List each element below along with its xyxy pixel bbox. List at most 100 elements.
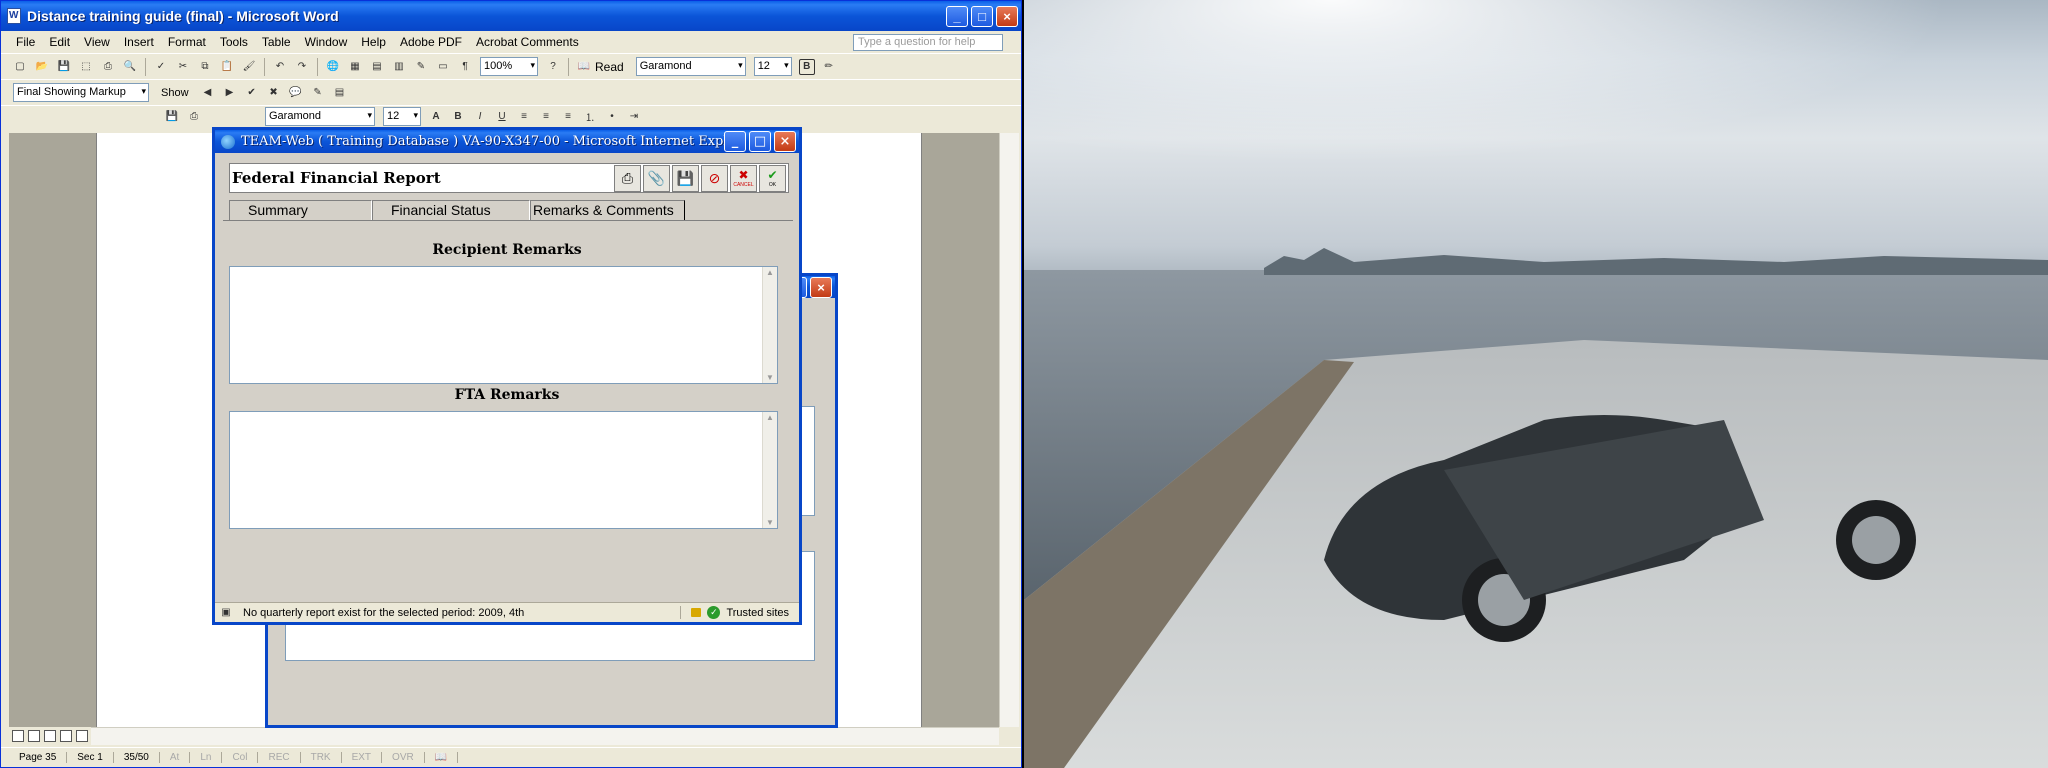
spelling-status-icon[interactable]: 📖: [425, 752, 459, 763]
word-titlebar[interactable]: Distance training guide (final) - Micros…: [1, 1, 1021, 31]
next-change-icon[interactable]: ▶: [222, 85, 238, 101]
align-right-icon[interactable]: ≡: [560, 109, 576, 125]
menu-insert[interactable]: Insert: [117, 35, 161, 49]
print-small-icon[interactable]: ⎙: [186, 109, 202, 125]
bullets-icon[interactable]: •: [604, 109, 620, 125]
vertical-scrollbar[interactable]: [999, 133, 1019, 727]
ie-titlebar[interactable]: TEAM-Web ( Training Database ) VA-90-X34…: [215, 130, 799, 153]
reviewing-pane-icon[interactable]: ▤: [332, 85, 348, 101]
cut-icon[interactable]: ✂: [175, 59, 191, 75]
help-search-input[interactable]: Type a question for help: [853, 33, 1003, 51]
underline-icon[interactable]: U: [494, 109, 510, 125]
new-icon[interactable]: ▢: [12, 59, 28, 75]
menu-edit[interactable]: Edit: [42, 35, 77, 49]
read-button[interactable]: Read: [595, 60, 624, 74]
highlight-icon[interactable]: ✏: [821, 59, 837, 75]
minimize-button[interactable]: _: [946, 5, 968, 27]
read-icon[interactable]: 📖: [576, 59, 592, 75]
cancel-button[interactable]: ✖ CANCEL: [730, 164, 757, 192]
redo-icon[interactable]: ↷: [294, 59, 310, 75]
italic-icon[interactable]: I: [472, 109, 488, 125]
tab-summary[interactable]: Summary: [229, 200, 372, 220]
print-button[interactable]: ⎙: [614, 164, 641, 192]
numbering-icon[interactable]: ⒈: [582, 109, 598, 125]
save-icon[interactable]: 💾: [56, 59, 72, 75]
format-painter-icon[interactable]: 🖌: [241, 59, 257, 75]
drawing-icon[interactable]: ✎: [413, 59, 429, 75]
status-trk[interactable]: TRK: [301, 752, 342, 763]
ie-close-button[interactable]: ×: [774, 131, 796, 152]
menu-format[interactable]: Format: [161, 35, 213, 49]
track-changes-icon[interactable]: ✎: [310, 85, 326, 101]
spelling-icon[interactable]: ✓: [153, 59, 169, 75]
status-ext[interactable]: EXT: [342, 752, 383, 763]
print-view-icon[interactable]: [44, 730, 56, 742]
paste-icon[interactable]: 📋: [219, 59, 235, 75]
pdf-icon[interactable]: ⬚: [78, 59, 94, 75]
docmap-icon[interactable]: ▭: [435, 59, 451, 75]
font-size-combo-2[interactable]: 12: [383, 107, 421, 126]
table-icon[interactable]: ▦: [347, 59, 363, 75]
ok-button[interactable]: ✔ OK: [759, 164, 786, 192]
show-menu[interactable]: Show: [161, 87, 189, 99]
menu-view[interactable]: View: [77, 35, 117, 49]
excel-icon[interactable]: ▤: [369, 59, 385, 75]
copy-icon[interactable]: ⧉: [197, 59, 213, 75]
help-icon[interactable]: ?: [545, 59, 561, 75]
tab-remarks-comments[interactable]: Remarks & Comments: [530, 200, 685, 220]
new-comment-icon[interactable]: 💬: [288, 85, 304, 101]
horizontal-scrollbar[interactable]: [91, 727, 999, 745]
undo-icon[interactable]: ↶: [272, 59, 288, 75]
pilcrow-icon[interactable]: ¶: [457, 59, 473, 75]
align-center-icon[interactable]: ≡: [538, 109, 554, 125]
menu-adobe-pdf[interactable]: Adobe PDF: [393, 35, 469, 49]
print-icon[interactable]: ⎙: [100, 59, 116, 75]
save-small-icon[interactable]: 💾: [164, 109, 180, 125]
font-color-icon[interactable]: A: [428, 109, 444, 125]
form-tabs: Summary Financial Status Remarks & Comme…: [229, 200, 789, 220]
ie-back-close-button[interactable]: ×: [810, 276, 832, 298]
close-button[interactable]: ×: [996, 5, 1018, 27]
status-ovr[interactable]: OVR: [382, 752, 425, 763]
menu-tools[interactable]: Tools: [213, 35, 255, 49]
status-rec[interactable]: REC: [258, 752, 301, 763]
menu-help[interactable]: Help: [354, 35, 393, 49]
page-margin-left: [9, 133, 96, 727]
open-icon[interactable]: 📂: [34, 59, 50, 75]
ie-maximize-button[interactable]: □: [749, 131, 771, 152]
font-combo[interactable]: Garamond: [635, 57, 746, 76]
font-combo-2[interactable]: Garamond: [265, 107, 375, 126]
normal-view-icon[interactable]: [12, 730, 24, 742]
bold-icon-2[interactable]: B: [450, 109, 466, 125]
hyperlink-icon[interactable]: 🌐: [325, 59, 341, 75]
ie-minimize-button[interactable]: _: [724, 131, 746, 152]
save-button[interactable]: 💾: [672, 164, 699, 192]
indent-icon[interactable]: ⇥: [626, 109, 642, 125]
outline-view-icon[interactable]: [60, 730, 72, 742]
recipient-remarks-scrollbar[interactable]: [762, 267, 777, 383]
attach-button[interactable]: 📎: [643, 164, 670, 192]
fta-remarks-textarea[interactable]: [229, 411, 778, 529]
accept-change-icon[interactable]: ✔: [244, 85, 260, 101]
fta-remarks-scrollbar[interactable]: [762, 412, 777, 528]
form-header: Federal Financial Report ⎙ 📎 💾 ⊘ ✖ CANCEL…: [229, 163, 789, 193]
menu-table[interactable]: Table: [255, 35, 298, 49]
reject-change-icon[interactable]: ✖: [266, 85, 282, 101]
align-left-icon[interactable]: ≡: [516, 109, 532, 125]
prev-change-icon[interactable]: ◀: [200, 85, 216, 101]
maximize-button[interactable]: □: [971, 5, 993, 27]
font-size-combo[interactable]: 12: [753, 57, 792, 76]
menu-file[interactable]: File: [9, 35, 42, 49]
zoom-combo[interactable]: 100%: [480, 57, 538, 76]
bold-icon[interactable]: B: [798, 58, 815, 75]
columns-icon[interactable]: ▥: [391, 59, 407, 75]
web-view-icon[interactable]: [28, 730, 40, 742]
tab-financial-status[interactable]: Financial Status: [372, 200, 530, 220]
preview-icon[interactable]: 🔍: [122, 59, 138, 75]
delete-button[interactable]: ⊘: [701, 164, 728, 192]
menu-window[interactable]: Window: [298, 35, 355, 49]
markup-view-combo[interactable]: Final Showing Markup: [13, 83, 149, 102]
recipient-remarks-textarea[interactable]: [229, 266, 778, 384]
reading-view-icon[interactable]: [76, 730, 88, 742]
menu-acrobat-comments[interactable]: Acrobat Comments: [469, 35, 586, 49]
